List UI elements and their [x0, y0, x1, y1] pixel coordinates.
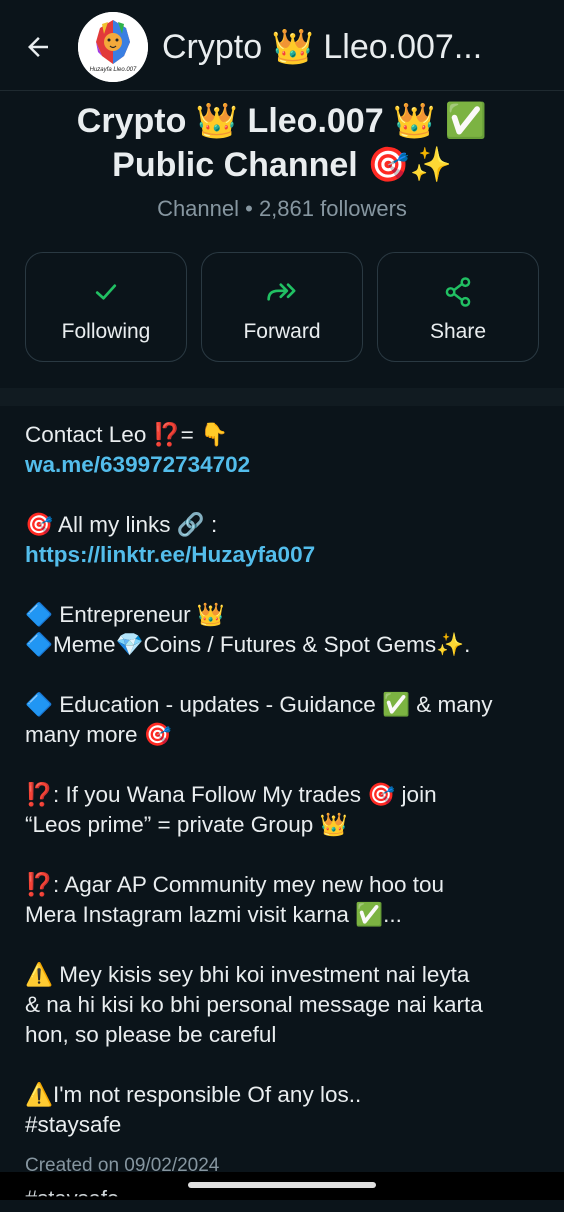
following-button[interactable]: Following: [25, 252, 187, 362]
arrow-left-icon: [28, 37, 48, 57]
description-line: 🔷 Education - updates - Guidance ✅ & man…: [25, 692, 493, 717]
share-button[interactable]: Share: [377, 252, 539, 362]
header-divider: [0, 90, 564, 91]
check-icon: [95, 284, 117, 300]
header-title[interactable]: Crypto 👑 Lleo.007...: [162, 27, 552, 67]
back-button[interactable]: [18, 27, 58, 67]
linktree-link[interactable]: https://linktr.ee/Huzayfa007: [25, 540, 545, 570]
channel-avatar[interactable]: Huzayfa Lleo.007: [78, 12, 148, 82]
contact-paragraph: Contact Leo ⁉️= 👇 wa.me/639972734702: [25, 420, 545, 480]
description-line: #staysafe: [25, 1112, 122, 1137]
warning-paragraph: ⚠️ Mey kisis sey bhi koi investment nai …: [25, 960, 545, 1050]
channel-name-line-2: Public Channel 🎯✨: [112, 146, 452, 184]
section-separator: [0, 388, 564, 406]
share-label: Share: [429, 320, 487, 343]
forward-button[interactable]: Forward: [201, 252, 363, 362]
channel-followers: Channel • 2,861 followers: [157, 196, 407, 221]
description-line: 🔷 Entrepreneur 👑: [25, 602, 225, 627]
description-line: ⚠️ Mey kisis sey bhi koi investment nai …: [25, 962, 470, 987]
disclaimer-paragraph: ⚠️I'm not responsible Of any los.. #stay…: [25, 1080, 545, 1140]
channel-name-line-1: Crypto 👑 Lleo.007 👑 ✅: [76, 102, 488, 140]
top-app-bar: Huzayfa Lleo.007 Crypto 👑 Lleo.007...: [0, 0, 564, 92]
contact-label: Contact Leo ⁉️= 👇: [25, 422, 229, 447]
description-line: hon, so please be careful: [25, 1022, 277, 1047]
description-line: Mera Instagram lazmi visit karna ✅...: [25, 902, 402, 927]
forward-label: Forward: [243, 320, 321, 343]
description-line: ⁉️: Agar AP Community mey new hoo tou: [25, 872, 445, 897]
channel-description: Contact Leo ⁉️= 👇 wa.me/639972734702 🎯 A…: [25, 420, 545, 1170]
contact-link[interactable]: wa.me/639972734702: [25, 450, 545, 480]
links-paragraph: 🎯 All my links 🔗 : https://linktr.ee/Huz…: [25, 510, 545, 570]
description-line: ⁉️: If you Wana Follow My trades 🎯 join: [25, 782, 437, 807]
community-paragraph: ⁉️: Agar AP Community mey new hoo tou Me…: [25, 870, 545, 930]
description-line: many more 🎯: [25, 722, 172, 747]
home-gesture-handle[interactable]: [188, 1182, 376, 1188]
links-label: 🎯 All my links 🔗 :: [25, 512, 218, 537]
channel-name: Crypto 👑 Lleo.007 👑 ✅ Public Channel 🎯✨: [20, 99, 544, 187]
description-line: 🔷Meme💎Coins / Futures & Spot Gems✨.: [25, 632, 471, 657]
following-label: Following: [61, 320, 151, 343]
description-line: ⚠️I'm not responsible Of any los..: [25, 1082, 362, 1107]
share-icon: [445, 277, 471, 307]
trades-paragraph: ⁉️: If you Wana Follow My trades 🎯 join …: [25, 780, 545, 840]
forward-icon: [267, 283, 296, 301]
description-line: & na hi kisi ko bhi personal message nai…: [25, 992, 483, 1017]
entrepreneur-paragraph: 🔷 Entrepreneur 👑 🔷Meme💎Coins / Futures &…: [25, 600, 545, 660]
education-paragraph: 🔷 Education - updates - Guidance ✅ & man…: [25, 690, 545, 750]
description-line: “Leos prime” = private Group 👑: [25, 812, 348, 837]
avatar-caption: Huzayfa Lleo.007: [89, 67, 137, 73]
